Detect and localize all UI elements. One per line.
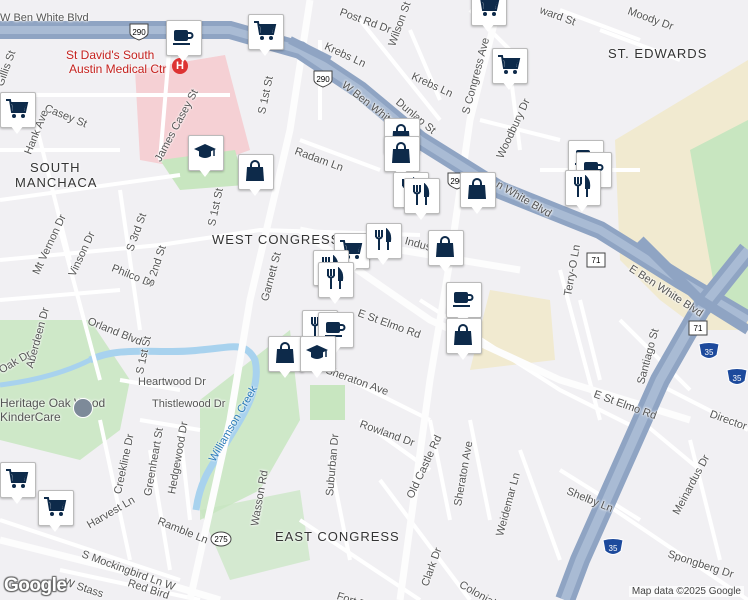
map-marker-shopping-bag[interactable] bbox=[428, 230, 464, 276]
google-logo: Google bbox=[4, 575, 67, 596]
svg-text:35: 35 bbox=[705, 348, 714, 357]
map-marker-shopping-bag[interactable] bbox=[460, 172, 496, 218]
i-35-shield-a: 35 bbox=[698, 342, 720, 359]
neighborhood-manchaca: MANCHACA bbox=[15, 175, 98, 190]
park-small bbox=[310, 385, 345, 420]
neighborhood-west-congress: WEST CONGRESS bbox=[212, 232, 341, 247]
map-marker-shopping-cart[interactable] bbox=[0, 92, 36, 138]
map-canvas[interactable]: ST. EDWARDS SOUTH MANCHACA WEST CONGRESS… bbox=[0, 0, 748, 600]
map-attribution[interactable]: Map data ©2025 Google bbox=[628, 586, 744, 597]
poi-st-davids-line1[interactable]: St David's South bbox=[66, 48, 154, 62]
neighborhood-st-edwards: ST. EDWARDS bbox=[608, 46, 708, 61]
map-marker-school[interactable] bbox=[300, 336, 336, 382]
street-heartwood: Heartwood Dr bbox=[138, 376, 206, 388]
sh-71-shield-b: 71 bbox=[688, 320, 708, 336]
svg-text:275: 275 bbox=[214, 535, 228, 544]
neighborhood-east-congress: EAST CONGRESS bbox=[275, 529, 400, 544]
svg-text:35: 35 bbox=[733, 374, 742, 383]
svg-text:290: 290 bbox=[316, 75, 330, 84]
park-greenbelt bbox=[0, 320, 130, 460]
poi-st-davids-line2[interactable]: Austin Medical Ctr bbox=[69, 62, 166, 76]
map-marker-school[interactable] bbox=[188, 135, 224, 181]
street-w-ben-white: W Ben White Blvd bbox=[0, 12, 89, 24]
neighborhood-south: SOUTH bbox=[30, 160, 81, 175]
svg-text:71: 71 bbox=[694, 324, 703, 333]
map-marker-coffee[interactable] bbox=[166, 20, 202, 66]
map-marker-shopping-cart[interactable] bbox=[248, 14, 284, 60]
map-marker-restaurant[interactable] bbox=[404, 178, 440, 224]
svg-text:290: 290 bbox=[132, 28, 146, 37]
map-marker-shopping-bag[interactable] bbox=[268, 336, 304, 382]
poi-heritage-line2[interactable]: KinderCare bbox=[0, 410, 61, 424]
i-35-shield-c: 35 bbox=[726, 368, 748, 385]
sh-71-shield-a: 71 bbox=[586, 252, 606, 268]
us-290-shield-a: 290 bbox=[129, 23, 149, 41]
map-marker-shopping-bag[interactable] bbox=[446, 318, 482, 364]
map-marker-shopping-cart[interactable] bbox=[0, 462, 36, 508]
map-marker-restaurant[interactable] bbox=[565, 170, 601, 216]
street-thistlewood: Thistlewood Dr bbox=[152, 398, 226, 410]
map-marker-restaurant[interactable] bbox=[366, 223, 402, 269]
school-pin-icon[interactable] bbox=[73, 398, 93, 418]
map-marker-restaurant[interactable] bbox=[318, 262, 354, 308]
map-marker-shopping-cart[interactable] bbox=[471, 0, 507, 36]
map-marker-shopping-bag[interactable] bbox=[238, 154, 274, 200]
i-35-shield-b: 35 bbox=[602, 538, 624, 555]
map-marker-shopping-cart[interactable] bbox=[492, 48, 528, 94]
svg-text:35: 35 bbox=[609, 544, 618, 553]
svg-text:71: 71 bbox=[592, 256, 601, 265]
us-290-shield-b: 290 bbox=[313, 70, 333, 88]
map-marker-shopping-cart[interactable] bbox=[38, 490, 74, 536]
fm-275-shield: 275 bbox=[210, 531, 232, 547]
